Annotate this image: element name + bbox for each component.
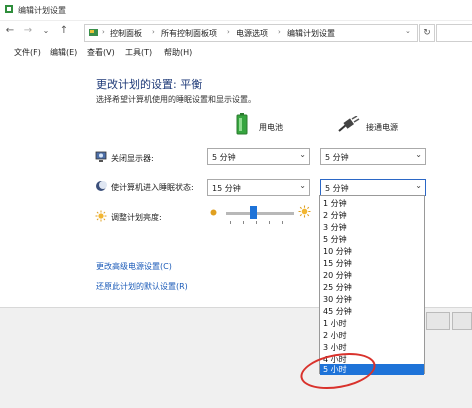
- brightness-high-icon: [298, 205, 311, 218]
- control-panel-icon: [89, 29, 98, 36]
- sleep-battery-value: 15 分钟: [212, 184, 241, 193]
- display-battery-value: 5 分钟: [212, 153, 236, 162]
- breadcrumb-edit-plan[interactable]: 编辑计划设置: [287, 28, 335, 39]
- dropdown-option[interactable]: 20 分钟: [323, 270, 352, 281]
- breadcrumb-all-items[interactable]: 所有控制面板项: [161, 28, 217, 39]
- breadcrumb-separator: ›: [152, 28, 155, 36]
- brightness-slider-thumb[interactable]: [250, 206, 257, 219]
- search-input[interactable]: [436, 24, 472, 42]
- sleep-plugged-value: 5 分钟: [325, 184, 349, 193]
- battery-icon: [236, 113, 248, 135]
- page-title: 更改计划的设置: 平衡: [96, 78, 203, 91]
- display-battery-select[interactable]: 5 分钟 ⌄: [207, 148, 310, 165]
- plugged-in-column-label: 接通电源: [366, 123, 398, 132]
- menu-tools[interactable]: 工具(T): [125, 47, 152, 58]
- dropdown-option[interactable]: 25 分钟: [323, 282, 352, 293]
- forward-button[interactable]: →: [22, 25, 34, 37]
- address-bar[interactable]: › 控制面板 › 所有控制面板项 › 电源选项 › 编辑计划设置 ⌄: [84, 24, 418, 42]
- brightness-slider[interactable]: [226, 212, 294, 215]
- dropdown-option[interactable]: 3 分钟: [323, 222, 347, 233]
- window-title: 编辑计划设置: [18, 6, 66, 15]
- monitor-icon: [95, 151, 107, 162]
- breadcrumb-power-options[interactable]: 电源选项: [236, 28, 268, 39]
- dropdown-option[interactable]: 1 小时: [323, 318, 347, 329]
- cancel-button[interactable]: [452, 312, 472, 330]
- recent-pages-button[interactable]: ⌄: [40, 25, 52, 37]
- menu-view[interactable]: 查看(V): [87, 47, 115, 58]
- chevron-down-icon: ⌄: [299, 150, 306, 159]
- chevron-down-icon: ⌄: [299, 181, 306, 190]
- sun-icon: [95, 210, 107, 222]
- restore-defaults-link[interactable]: 还原此计划的默认设置(R): [96, 281, 188, 292]
- title-bar: 编辑计划设置: [0, 0, 472, 21]
- menu-help[interactable]: 帮助(H): [164, 47, 192, 58]
- chevron-down-icon: ⌄: [415, 181, 422, 190]
- breadcrumb-separator: ›: [102, 28, 105, 36]
- slider-tick: [282, 221, 283, 224]
- slider-tick: [243, 221, 244, 224]
- slider-tick: [256, 221, 257, 224]
- menu-edit[interactable]: 编辑(E): [50, 47, 77, 58]
- sleep-plugged-dropdown-list[interactable]: 1 分钟 2 分钟 3 分钟 5 分钟 10 分钟 15 分钟 20 分钟 25…: [319, 195, 425, 375]
- dropdown-option[interactable]: 5 分钟: [323, 234, 347, 245]
- display-plugged-select[interactable]: 5 分钟 ⌄: [320, 148, 426, 165]
- breadcrumb-separator: ›: [278, 28, 281, 36]
- dropdown-option[interactable]: 1 分钟: [323, 198, 347, 209]
- breadcrumb-control-panel[interactable]: 控制面板: [110, 28, 142, 39]
- save-button[interactable]: [426, 312, 450, 330]
- menu-file[interactable]: 文件(F): [14, 47, 41, 58]
- brightness-label: 调整计划亮度:: [111, 213, 162, 222]
- battery-column-label: 用电池: [259, 123, 283, 132]
- dropdown-option[interactable]: 45 分钟: [323, 306, 352, 317]
- chevron-down-icon: ⌄: [415, 150, 422, 159]
- power-plug-icon: [338, 116, 360, 132]
- sleep-battery-select[interactable]: 15 分钟 ⌄: [207, 179, 310, 196]
- brightness-low-icon: [210, 209, 217, 216]
- dropdown-option[interactable]: 15 分钟: [323, 258, 352, 269]
- moon-icon: [96, 181, 107, 191]
- up-button[interactable]: ↑: [58, 25, 70, 37]
- power-plan-icon: [5, 5, 13, 13]
- menu-bar: 文件(F) 编辑(E) 查看(V) 工具(T) 帮助(H): [0, 45, 472, 59]
- sleep-plugged-select[interactable]: 5 分钟 ⌄: [320, 179, 426, 196]
- dropdown-option[interactable]: 3 小时: [323, 342, 347, 353]
- slider-tick: [230, 221, 231, 224]
- breadcrumb-separator: ›: [227, 28, 230, 36]
- slider-tick: [269, 221, 270, 224]
- advanced-settings-link[interactable]: 更改高级电源设置(C): [96, 261, 172, 272]
- refresh-button[interactable]: ↻: [419, 24, 435, 42]
- sleep-label: 使计算机进入睡眠状态:: [111, 183, 194, 192]
- back-button[interactable]: ←: [4, 25, 16, 37]
- dropdown-option[interactable]: 2 分钟: [323, 210, 347, 221]
- turn-off-display-label: 关闭显示器:: [111, 154, 154, 163]
- page-subtitle: 选择希望计算机使用的睡眠设置和显示设置。: [96, 95, 256, 104]
- dropdown-option[interactable]: 2 小时: [323, 330, 347, 341]
- address-dropdown-button[interactable]: ⌄: [405, 27, 411, 35]
- display-plugged-value: 5 分钟: [325, 153, 349, 162]
- dropdown-option[interactable]: 10 分钟: [323, 246, 352, 257]
- dropdown-option[interactable]: 30 分钟: [323, 294, 352, 305]
